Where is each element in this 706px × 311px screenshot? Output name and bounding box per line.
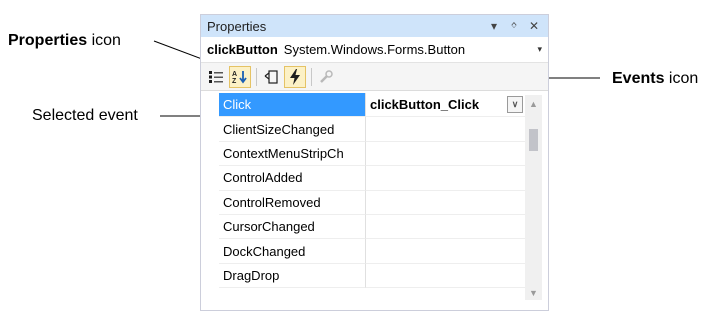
vertical-scrollbar[interactable]: ▲ ▼ [525, 95, 542, 300]
pin-icon[interactable]: ᛜ [506, 19, 522, 33]
events-grid: Click clickButton_Click ∨ ClientSizeChanged… [219, 93, 525, 289]
property-pages-icon [320, 69, 333, 83]
property-pages-button[interactable] [315, 66, 337, 88]
event-name[interactable]: ContextMenuStripCh [219, 141, 366, 167]
svg-text:Z: Z [232, 78, 237, 84]
event-name[interactable]: Click [219, 93, 366, 118]
event-handler-value[interactable] [366, 142, 525, 167]
event-handler-value[interactable] [366, 239, 525, 264]
object-type: System.Windows.Forms.Button [283, 42, 466, 57]
handler-dropdown-icon[interactable]: ∨ [507, 96, 523, 114]
event-row[interactable]: ControlAdded [219, 166, 525, 191]
scroll-down-icon[interactable]: ▼ [529, 288, 538, 298]
event-name[interactable]: ControlAdded [219, 166, 366, 191]
object-selector[interactable]: clickButton System.Windows.Forms.Button … [201, 37, 548, 63]
scroll-up-icon[interactable]: ▲ [529, 99, 538, 109]
event-row[interactable]: DragDrop [219, 263, 525, 289]
event-name[interactable]: DragDrop [219, 263, 366, 289]
event-name[interactable]: ClientSizeChanged [219, 117, 366, 142]
properties-toolbar: A Z [201, 63, 548, 91]
event-row[interactable]: CursorChanged [219, 214, 525, 240]
event-handler-text: clickButton_Click [370, 97, 480, 113]
event-name[interactable]: CursorChanged [219, 214, 366, 240]
properties-titlebar: Properties ▾ ᛜ ✕ [201, 15, 548, 37]
svg-text:A: A [232, 71, 237, 78]
panel-title: Properties [207, 18, 267, 34]
event-row[interactable]: ClientSizeChanged [219, 117, 525, 142]
event-row[interactable]: DockChanged [219, 239, 525, 264]
alphabetical-button[interactable]: A Z [229, 65, 251, 88]
scroll-thumb[interactable] [529, 129, 538, 151]
event-handler-value[interactable] [366, 117, 525, 142]
categorized-button[interactable] [205, 66, 227, 88]
event-row[interactable]: ControlRemoved [219, 190, 525, 215]
event-row[interactable]: Click clickButton_Click ∨ [219, 93, 525, 118]
event-name[interactable]: ControlRemoved [219, 190, 366, 215]
object-name: clickButton [207, 42, 278, 57]
event-handler-value[interactable] [366, 166, 525, 191]
event-handler-value[interactable]: clickButton_Click ∨ [366, 93, 525, 118]
toolbar-separator [256, 67, 257, 86]
close-icon[interactable]: ✕ [526, 19, 542, 33]
categorized-icon [209, 70, 223, 83]
alphabetical-icon: A Z [232, 70, 247, 84]
events-button[interactable] [284, 65, 306, 88]
properties-button[interactable] [260, 66, 282, 88]
properties-icon [264, 69, 278, 84]
chevron-down-icon[interactable]: ▾ [537, 44, 542, 55]
events-icon [290, 68, 300, 85]
event-name[interactable]: DockChanged [219, 239, 366, 264]
event-handler-value[interactable] [366, 264, 525, 289]
dropdown-icon[interactable]: ▾ [486, 19, 502, 33]
event-handler-value[interactable] [366, 215, 525, 240]
event-row[interactable]: ContextMenuStripCh [219, 141, 525, 167]
toolbar-separator [311, 67, 312, 86]
properties-window: Properties ▾ ᛜ ✕ clickButton System.Wind… [200, 14, 549, 311]
event-handler-value[interactable] [366, 191, 525, 215]
